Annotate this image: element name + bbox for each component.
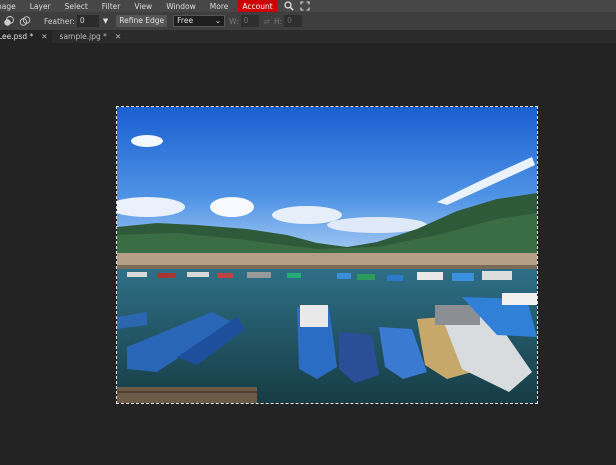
style-select[interactable]: Free ⌄ <box>173 15 226 27</box>
chevron-down-icon: ⌄ <box>214 16 222 25</box>
document-tab-bar: Lee.psd * ✕ sample.jpg * ✕ <box>0 30 616 43</box>
feather-dropdown-icon[interactable]: ▼ <box>103 17 108 25</box>
menu-select[interactable]: Select <box>65 2 94 11</box>
menu-image[interactable]: nage <box>0 2 22 11</box>
account-button[interactable]: Account <box>238 0 277 13</box>
swap-dimensions-icon[interactable]: ⇄ <box>264 17 270 26</box>
menu-layer[interactable]: Layer <box>30 2 57 11</box>
feather-input[interactable]: 0 px <box>76 15 99 37</box>
feather-label: Feather: <box>44 16 75 26</box>
menu-more[interactable]: More <box>210 2 235 11</box>
selection-subtract-icon[interactable] <box>18 14 32 28</box>
close-icon[interactable]: ✕ <box>41 32 47 41</box>
menu-filter[interactable]: Filter <box>102 2 127 11</box>
tab-label: Lee.psd * <box>0 32 34 41</box>
tab-lee-psd[interactable]: Lee.psd * ✕ <box>0 30 52 43</box>
search-icon[interactable] <box>283 0 295 12</box>
document-canvas[interactable] <box>116 106 538 404</box>
close-icon[interactable]: ✕ <box>115 32 121 41</box>
style-select-value: Free <box>177 16 194 25</box>
selection-new-icon[interactable] <box>2 14 16 28</box>
width-input[interactable]: 0 <box>240 15 259 27</box>
menu-view[interactable]: View <box>134 2 158 11</box>
tab-label: sample.jpg * <box>59 32 107 41</box>
menu-bar: nage Layer Select Filter View Window Mor… <box>0 0 616 13</box>
height-label: H: <box>273 16 283 26</box>
fullscreen-icon[interactable] <box>299 0 311 12</box>
refine-edge-button[interactable]: Refine Edge <box>116 15 168 27</box>
height-input[interactable]: 0 <box>284 15 303 27</box>
width-label: W: <box>229 16 239 26</box>
harbor-photo <box>117 107 537 403</box>
options-bar: Feather: 0 px ▼ Refine Edge Free ⌄ W: 0 … <box>0 12 616 37</box>
tab-sample-jpg[interactable]: sample.jpg * ✕ <box>60 30 126 43</box>
menu-window[interactable]: Window <box>166 2 202 11</box>
